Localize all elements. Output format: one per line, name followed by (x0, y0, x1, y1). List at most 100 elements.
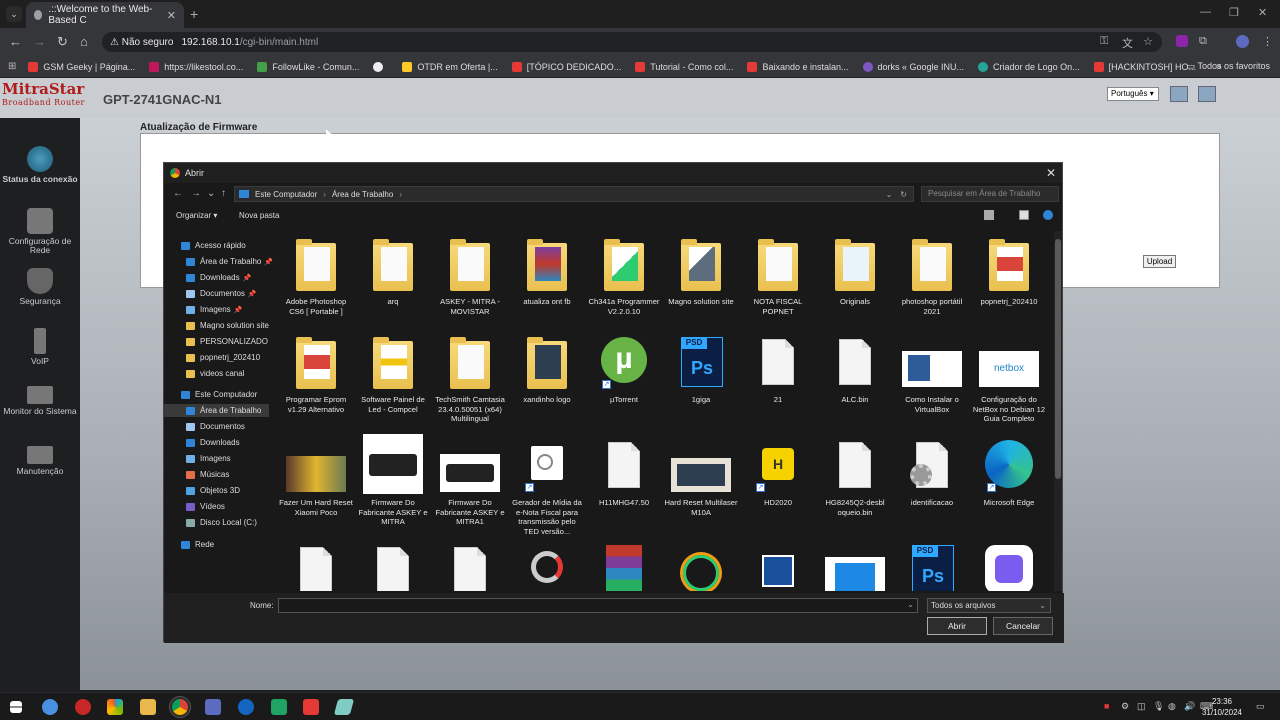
bookmark-item[interactable] (373, 61, 388, 72)
history-dropdown-icon[interactable]: ⌄ (886, 190, 893, 199)
tree-item[interactable]: Documentos (186, 422, 245, 431)
file-item[interactable] (741, 543, 815, 591)
recent-dropdown-icon[interactable]: ⌄ (207, 188, 215, 199)
file-item[interactable]: Ch341a Programmer V2.2.0.10 (587, 237, 661, 316)
language-select[interactable]: Português ▾ (1107, 87, 1159, 101)
new-tab-button[interactable]: + (190, 6, 198, 22)
file-item[interactable]: arq (356, 237, 430, 307)
extensions-puzzle-icon[interactable]: ⧉ (1199, 35, 1207, 48)
bookmark-item[interactable]: Criador de Logo On... (978, 61, 1080, 72)
file-item[interactable] (279, 543, 353, 591)
file-item[interactable]: xandinho logo (510, 335, 584, 405)
file-item[interactable]: H ↗ HD2020 (741, 438, 815, 508)
bookmark-item[interactable]: Baixando e instalan... (747, 61, 849, 72)
microphone-icon[interactable]: 🎙 (1153, 701, 1164, 712)
file-item[interactable]: Firmware Do Fabricante ASKEY e MITRA1 (433, 438, 507, 527)
file-item[interactable]: ASKEY - MITRA - MOVISTAR (433, 237, 507, 316)
app-icon[interactable] (205, 699, 221, 715)
tab-search-button[interactable]: ⌄ (6, 6, 22, 22)
filename-dropdown-icon[interactable]: ⌄ (907, 600, 914, 609)
file-item[interactable]: Adobe Photoshop CS6 [ Portable ] (279, 237, 353, 316)
minimize-icon[interactable]: — (1200, 6, 1211, 18)
tree-item-selected[interactable]: Área de Trabalho (164, 404, 269, 417)
file-item[interactable]: photoshop portátil 2021 (895, 237, 969, 316)
scrollbar-thumb[interactable] (1055, 239, 1061, 479)
chrome-icon[interactable] (172, 699, 188, 715)
preview-pane-icon[interactable] (1019, 210, 1029, 220)
file-grid-scrollbar[interactable] (1054, 231, 1062, 591)
file-item[interactable]: HG8245Q2-desbl oqueio.bin (818, 438, 892, 517)
logout-icon[interactable] (1170, 86, 1188, 102)
file-item[interactable]: Ps PSD 1giga (664, 335, 738, 405)
tree-item[interactable]: popnetrj_202410 (186, 353, 260, 362)
network-globe-icon[interactable]: ◍ (1168, 701, 1176, 712)
file-item[interactable]: Originals (818, 237, 892, 307)
tree-item[interactable]: Imagens 📌 (186, 305, 242, 314)
bookmark-item[interactable]: dorks « Google INU... (862, 61, 964, 72)
all-bookmarks-button[interactable]: ▭ Todos os favoritos (1187, 61, 1270, 72)
sidebar-item-network[interactable]: Configuração de Rede (0, 208, 80, 255)
tray-icon[interactable]: ⚙ (1121, 701, 1129, 712)
file-item[interactable]: Ps PSD (895, 543, 969, 591)
filename-input[interactable]: ⌄ (278, 598, 918, 613)
close-window-icon[interactable]: ✕ (1258, 6, 1267, 19)
forward-icon[interactable]: → (33, 34, 46, 49)
file-item[interactable]: netbox Configuração do NetBox no Debian 1… (972, 335, 1046, 424)
app-icon[interactable] (333, 699, 355, 715)
camtasia-recorder-icon[interactable] (303, 699, 319, 715)
file-item[interactable]: atualiza ont fb (510, 237, 584, 307)
tree-item[interactable]: Magno solution site (186, 321, 269, 330)
sidebar-item-voip[interactable]: VoIP (0, 328, 80, 366)
sidebar-item-monitor[interactable]: Monitor do Sistema (0, 386, 80, 416)
tree-item[interactable]: PERSONALIZADO (186, 337, 268, 346)
file-item[interactable] (433, 543, 507, 591)
tree-item[interactable]: Área de Trabalho 📌 (186, 257, 273, 266)
view-options-icon[interactable] (984, 210, 994, 220)
tree-item[interactable]: Vídeos (186, 502, 225, 511)
file-item[interactable]: popnetrj_202410 (972, 237, 1046, 307)
breadcrumb-item[interactable]: Área de Trabalho (332, 190, 393, 199)
password-key-icon[interactable]: ⚿ (1100, 35, 1108, 48)
clock[interactable]: 23:36 31/10/2024 (1202, 696, 1242, 718)
security-indicator[interactable]: ⚠ Não seguro (110, 37, 173, 48)
tree-item[interactable]: videos canal (186, 369, 244, 378)
search-input[interactable]: Pesquisar em Área de Trabalho (921, 186, 1059, 202)
file-item[interactable]: Programar Eprom v1.29 Alternativo (279, 335, 353, 414)
file-item[interactable]: NOTA FISCAL POPNET (741, 237, 815, 316)
recording-icon[interactable]: ■ (1104, 701, 1109, 711)
sidebar-item-maintenance[interactable]: Manutenção (0, 446, 80, 476)
tree-item[interactable]: Disco Local (C:) (186, 518, 257, 527)
help-icon[interactable] (1198, 86, 1216, 102)
bookmark-item[interactable]: https://likestool.co... (149, 61, 243, 72)
profile-avatar[interactable] (1236, 35, 1249, 48)
help-icon[interactable] (1043, 210, 1053, 220)
tray-icon[interactable]: ◫ (1137, 701, 1146, 712)
tree-item-this-pc[interactable]: Este Computador (181, 390, 257, 399)
copilot-icon[interactable] (107, 699, 123, 715)
forward-icon[interactable]: → (191, 188, 201, 199)
camtasia-icon[interactable] (271, 699, 287, 715)
breadcrumb[interactable]: Este Computador › Área de Trabalho › ⌄ ↻ (234, 186, 914, 202)
file-item[interactable] (972, 543, 1046, 591)
tree-item[interactable]: Músicas (186, 470, 229, 479)
bookmark-item[interactable]: [HACKINTOSH] HO... (1093, 61, 1196, 72)
organize-button[interactable]: Organizar ▾ (176, 211, 217, 220)
tree-item-quick-access[interactable]: Acesso rápido (181, 241, 246, 250)
file-item[interactable]: Magno solution site (664, 237, 738, 307)
file-item[interactable]: TechSmith Camtasia 23.4.0.50051 (x64) Mu… (433, 335, 507, 424)
apps-grid-icon[interactable]: ⊞ (8, 61, 16, 72)
bookmark-star-icon[interactable]: ☆ (1143, 35, 1153, 48)
close-tab-icon[interactable]: ✕ (167, 9, 176, 22)
file-item[interactable]: µ ↗ µTorrent (587, 335, 661, 405)
file-item[interactable]: ↗ Gerador de Mídia da e-Nota Fiscal para … (510, 438, 584, 536)
tree-item[interactable]: Imagens (186, 454, 231, 463)
menu-icon[interactable]: ⋮ (1262, 35, 1273, 48)
new-folder-button[interactable]: Nova pasta (239, 211, 279, 220)
file-item[interactable] (818, 543, 892, 591)
file-type-select[interactable]: Todos os arquivos ⌄ (927, 598, 1051, 613)
file-item[interactable]: ↗ Microsoft Edge (972, 438, 1046, 508)
back-icon[interactable]: ← (9, 34, 22, 49)
file-item[interactable]: 21 (741, 335, 815, 405)
back-icon[interactable]: ← (173, 188, 183, 199)
bookmark-item[interactable]: FollowLike - Comun... (257, 61, 359, 72)
